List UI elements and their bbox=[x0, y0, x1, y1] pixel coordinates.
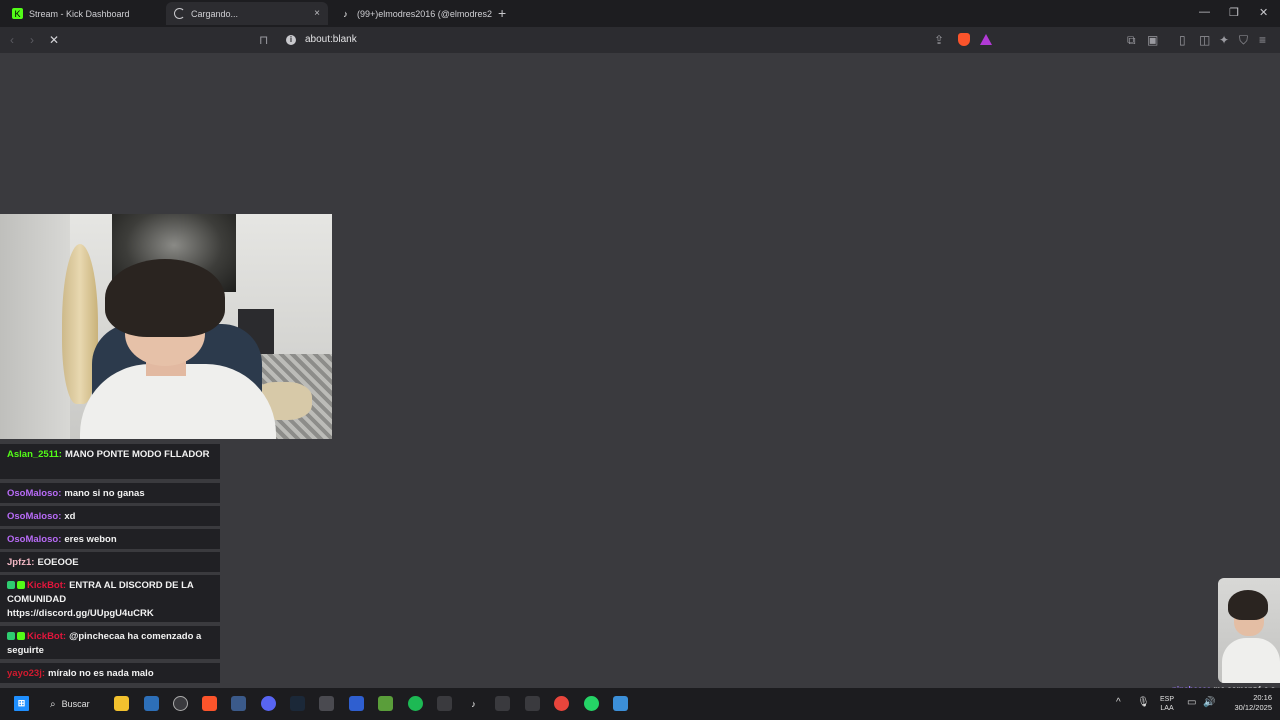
tab-title: Stream - Kick Dashboard bbox=[29, 8, 130, 19]
whatsapp-icon[interactable] bbox=[584, 696, 599, 711]
small-webcam bbox=[1218, 578, 1280, 683]
site-info-icon[interactable]: i bbox=[286, 35, 296, 45]
chat-message: yayo23j: míralo no es nada malo bbox=[0, 663, 220, 683]
chat-message: OsoMaloso: eres webon bbox=[0, 529, 220, 549]
extensions-icon[interactable]: ⧉ bbox=[1127, 33, 1136, 47]
close-window-button[interactable]: ✕ bbox=[1259, 6, 1268, 19]
store-icon[interactable] bbox=[144, 696, 159, 711]
obs-icon[interactable] bbox=[495, 696, 510, 711]
sidebar-icon[interactable]: ▯ bbox=[1179, 33, 1186, 47]
bot-badge-icon bbox=[17, 632, 25, 640]
minimize-button[interactable]: — bbox=[1199, 6, 1210, 18]
tiktok-taskbar-icon[interactable]: ♪ bbox=[466, 696, 481, 711]
leo-ai-icon[interactable]: ✦ bbox=[1219, 33, 1229, 47]
chat-username: KickBot: bbox=[27, 631, 67, 642]
clock[interactable]: 20:16 30/12/2025 bbox=[1224, 693, 1272, 713]
taskbar-search[interactable]: ⌕ Buscar bbox=[50, 695, 90, 713]
menu-icon[interactable]: ≡ bbox=[1259, 33, 1266, 47]
bot-badge-icon bbox=[17, 581, 25, 589]
new-tab-button[interactable]: + bbox=[498, 5, 506, 21]
back-icon[interactable]: ‹ bbox=[10, 33, 14, 47]
taskbar: ⊞ ⌕ Buscar ♪ ^ 🎙 ESP LAA ▭ 🔊 20:16 30/12… bbox=[0, 688, 1280, 720]
chat-username: yayo23j: bbox=[7, 668, 46, 679]
stop-loading-icon[interactable]: ✕ bbox=[49, 33, 59, 47]
maximize-button[interactable]: ❐ bbox=[1229, 6, 1239, 19]
tiktok-icon: ♪ bbox=[343, 8, 348, 19]
bookmark-icon[interactable]: ⊓ bbox=[259, 33, 268, 47]
moderator-badge-icon bbox=[7, 632, 15, 640]
webcam-feed bbox=[0, 214, 332, 439]
discord-icon[interactable] bbox=[261, 696, 276, 711]
forward-icon[interactable]: › bbox=[30, 33, 34, 47]
chat-text: mano si no ganas bbox=[64, 488, 145, 499]
tab-title: Cargando... bbox=[191, 8, 239, 19]
brave-taskbar-icon[interactable] bbox=[202, 696, 217, 711]
spotify-icon[interactable] bbox=[408, 696, 423, 711]
chat-text: eres webon bbox=[64, 534, 117, 545]
chat-text: EOEOOE bbox=[37, 557, 79, 568]
chat-message: KickBot: @pinchecaa ha comenzado a seguir… bbox=[0, 626, 220, 659]
chat-message: OsoMaloso: xd bbox=[0, 506, 220, 526]
file-explorer-icon[interactable] bbox=[114, 696, 129, 711]
close-tab-icon[interactable]: × bbox=[314, 8, 320, 19]
app-icon[interactable] bbox=[349, 696, 364, 711]
chat-username: OsoMaloso: bbox=[7, 534, 62, 545]
wallet-icon[interactable]: ◫ bbox=[1199, 33, 1210, 47]
language-indicator[interactable]: ESP LAA bbox=[1160, 695, 1174, 713]
brave-rewards-icon[interactable] bbox=[980, 34, 992, 45]
chat-message: Jpfz1: EOEOOE bbox=[0, 552, 220, 572]
chat-username: OsoMaloso: bbox=[7, 488, 62, 499]
chat-message: Aslan_2511: MANO PONTE MODO FLLADOR bbox=[0, 444, 220, 479]
minecraft-icon[interactable] bbox=[378, 696, 393, 711]
vpn-icon[interactable]: ⛉ bbox=[1239, 33, 1248, 47]
app-icon[interactable] bbox=[319, 696, 334, 711]
notepad-icon[interactable] bbox=[613, 696, 628, 711]
brave-shields-icon[interactable] bbox=[958, 33, 970, 46]
chat-message: KickBot: ENTRA AL DISCORD DE LA COMUNIDAD… bbox=[0, 575, 220, 622]
chat-username: KickBot: bbox=[27, 580, 67, 591]
network-icon[interactable]: ▭ bbox=[1187, 697, 1196, 708]
tab-kick-dashboard[interactable]: K Stream - Kick Dashboard bbox=[4, 2, 164, 25]
tab-tiktok[interactable]: ♪ (99+)elmodres2016 (@elmodres2016 bbox=[332, 2, 492, 25]
loading-spinner-icon bbox=[174, 8, 185, 19]
app-icon[interactable] bbox=[525, 696, 540, 711]
tab-title: (99+)elmodres2016 (@elmodres2016 bbox=[357, 8, 492, 19]
browser-toolbar: ‹ › ✕ ⊓ i about:blank ⇪ ⧉ ▣ ▯ ◫ ✦ ⛉ ≡ bbox=[0, 27, 1280, 53]
chat-username: Aslan_2511: bbox=[7, 449, 62, 460]
volume-icon[interactable]: 🔊 bbox=[1203, 697, 1215, 708]
search-label: Buscar bbox=[61, 699, 90, 709]
chat-text: xd bbox=[64, 511, 76, 522]
start-icon[interactable]: ⊞ bbox=[14, 696, 29, 711]
app-icon[interactable] bbox=[437, 696, 452, 711]
steam-icon[interactable] bbox=[290, 696, 305, 711]
chat-username: Jpfz1: bbox=[7, 557, 35, 568]
search-icon: ⌕ bbox=[50, 698, 56, 710]
chat-message: OsoMaloso: mano si no ganas bbox=[0, 483, 220, 503]
tab-strip: K Stream - Kick Dashboard Cargando... × … bbox=[0, 0, 1280, 27]
kick-icon: K bbox=[12, 8, 23, 19]
chat-text: míralo no es nada malo bbox=[48, 668, 154, 679]
share-icon[interactable]: ⇪ bbox=[934, 33, 944, 47]
app-icon[interactable] bbox=[173, 696, 188, 711]
chat-username: OsoMaloso: bbox=[7, 511, 62, 522]
tab-loading[interactable]: Cargando... × bbox=[166, 2, 328, 25]
moderator-badge-icon bbox=[7, 581, 15, 589]
chrome-icon[interactable] bbox=[554, 696, 569, 711]
address-bar[interactable]: about:blank bbox=[305, 34, 357, 45]
screenshot-icon[interactable]: ▣ bbox=[1147, 33, 1158, 47]
app-window-icon[interactable] bbox=[231, 696, 246, 711]
chat-text: MANO PONTE MODO FLLADOR bbox=[64, 449, 210, 460]
chevron-up-icon[interactable]: ^ bbox=[1116, 697, 1121, 708]
microphone-icon[interactable]: 🎙 bbox=[1137, 697, 1150, 708]
